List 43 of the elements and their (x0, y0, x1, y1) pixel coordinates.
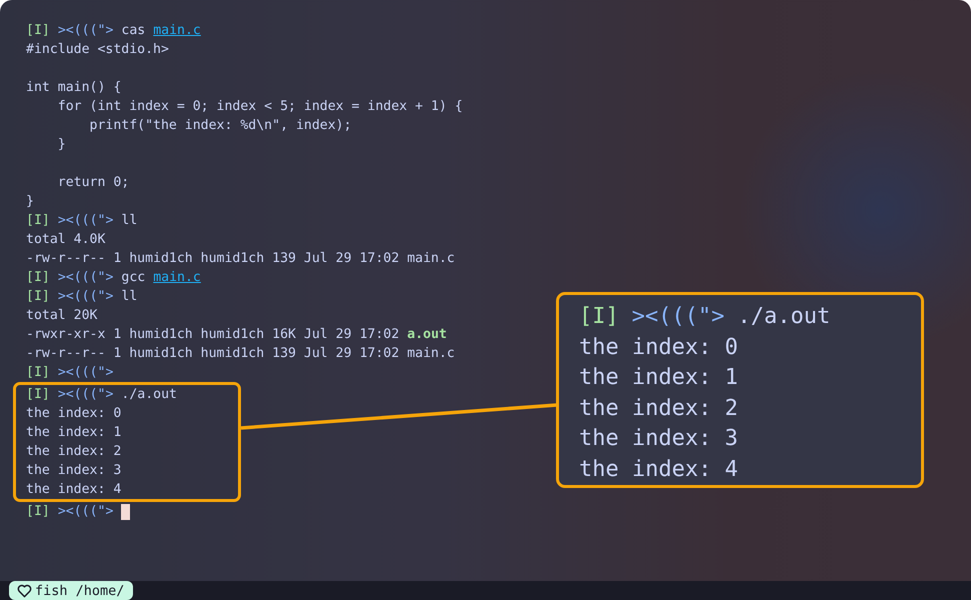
terminal-text: the index: 1 (579, 364, 738, 392)
file-link[interactable]: main.c (153, 268, 201, 287)
prompt-mode: [I] (26, 212, 50, 230)
terminal-text: -rw-r--r-- 1 humid1ch humid1ch 139 Jul 29 17:02 main.c (26, 345, 455, 363)
terminal-text: the index: 0 (579, 334, 738, 362)
terminal-text: total 20K (26, 307, 98, 325)
terminal-text: cas (121, 22, 146, 40)
prompt-mode: [I] (579, 303, 619, 331)
terminal-text: the index: 4 (26, 481, 122, 499)
terminal-text: ./a.out (121, 386, 177, 404)
terminal-text: gcc (121, 269, 146, 287)
prompt-symbol: ><((("> (58, 22, 114, 40)
prompt-symbol: ><((("> (58, 269, 114, 287)
prompt-mode: [I] (26, 288, 50, 306)
terminal-text: ll (121, 212, 138, 230)
prompt-symbol: ><((("> (58, 386, 114, 404)
prompt-symbol: ><((("> (58, 503, 114, 521)
terminal-text: the index: 2 (579, 394, 738, 422)
terminal-text: total 4.0K (26, 231, 106, 249)
text-cursor (121, 504, 130, 520)
terminal-text: the index: 3 (26, 462, 122, 480)
heart-icon (17, 584, 32, 598)
prompt-mode: [I] (26, 269, 50, 287)
terminal-text: the index: 1 (26, 424, 122, 442)
prompt-mode: [I] (26, 364, 50, 382)
terminal-text: ll (121, 288, 138, 306)
terminal-text: -rwxr-xr-x 1 humid1ch humid1ch 16K Jul 29 17:02 (26, 326, 400, 344)
terminal-text: ./a.out (737, 303, 830, 331)
prompt-symbol: ><((("> (58, 212, 114, 230)
terminal-text: the index: 3 (579, 425, 738, 453)
prompt-symbol: ><((("> (58, 288, 114, 306)
prompt-mode: [I] (26, 503, 50, 521)
executable-name: a.out (407, 326, 447, 344)
terminal-text: the index: 2 (26, 443, 122, 461)
prompt-symbol: ><((("> (58, 364, 114, 382)
terminal-text: the index: 4 (579, 456, 738, 484)
prompt-mode: [I] (26, 386, 50, 404)
file-link[interactable]: main.c (153, 21, 201, 40)
shell-tab[interactable]: fish /home/ (9, 581, 134, 600)
prompt-mode: [I] (26, 22, 50, 40)
terminal-text: the index: 0 (26, 405, 122, 423)
terminal-text: -rw-r--r-- 1 humid1ch humid1ch 139 Jul 29 17:02 main.c (26, 250, 455, 268)
prompt-symbol: ><((("> (632, 303, 724, 331)
